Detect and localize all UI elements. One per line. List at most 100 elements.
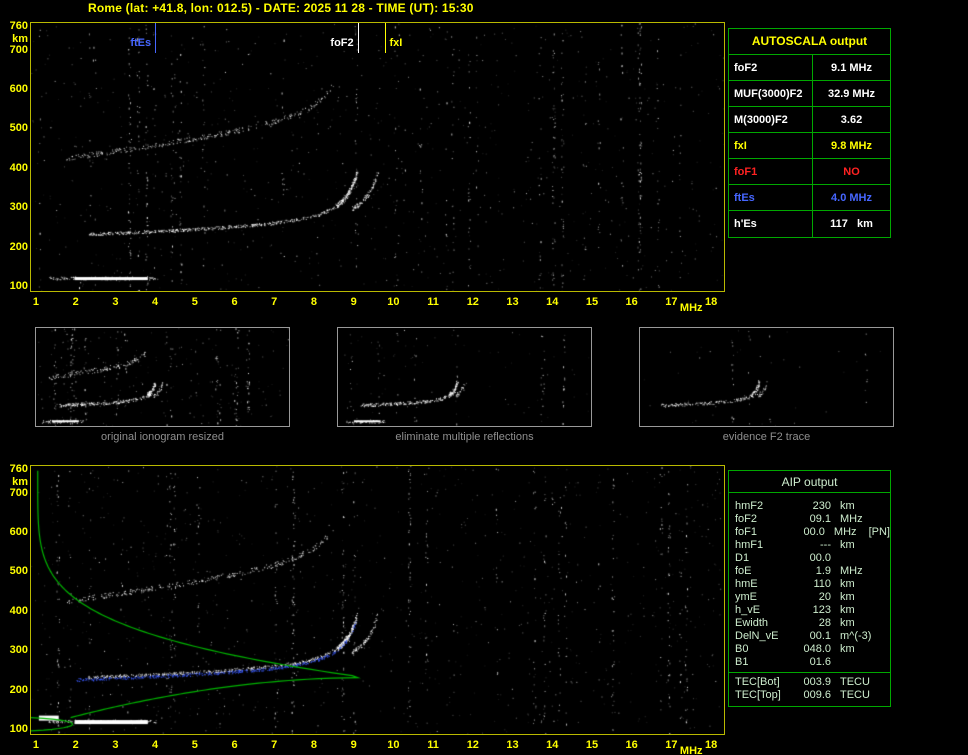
top-plot-xtick-14: 14 — [546, 296, 559, 308]
thumbnail-original-canvas — [36, 328, 289, 426]
aip-row-label: B1 — [735, 656, 749, 668]
bottom-plot-xtick-9: 9 — [350, 739, 357, 751]
aip-row-Ewidth: Ewidth 28 km — [729, 617, 890, 630]
top-plot-x-unit: MHz — [679, 302, 703, 314]
aip-row-unit: m^(-3) — [840, 630, 872, 642]
thumbnail-caption-no-multiples: eliminate multiple reflections — [395, 431, 534, 443]
aip-row-label: DelN_vE — [735, 630, 779, 642]
top-plot-xtick-16: 16 — [625, 296, 638, 308]
aip-row-value: 00.0 — [809, 552, 831, 564]
autoscala-row-label: ftEs — [729, 185, 813, 210]
aip-row-note — [877, 591, 890, 604]
aip-row-unit — [831, 552, 877, 565]
autoscala-row-M(3000)F2: M(3000)F2 3.62 — [729, 107, 890, 133]
bottom-plot-x-unit: MHz — [679, 745, 703, 755]
aip-row-note — [877, 552, 890, 565]
autoscala-row-label: foF2 — [729, 55, 813, 80]
marker-label-foF2: foF2 — [330, 37, 354, 49]
aip-row-unit: MHz — [840, 513, 863, 525]
aip-row-value: 28 — [818, 617, 831, 629]
autoscala-row-value: 3.62 — [840, 113, 863, 126]
aip-row-label: foF2 — [735, 513, 758, 525]
ionogram-top-plot — [30, 22, 725, 292]
aip-row-label: foE — [735, 565, 752, 577]
top-plot-xtick-12: 12 — [466, 296, 479, 308]
bottom-plot-ytick-600: 600 — [9, 526, 28, 538]
aip-row-value: 01.6 — [809, 656, 831, 668]
aip-row-note — [877, 656, 890, 669]
bottom-plot-xtick-18: 18 — [704, 739, 718, 751]
bottom-plot-xtick-11: 11 — [427, 739, 439, 751]
top-plot-xtick-3: 3 — [112, 296, 119, 308]
top-plot-xtick-8: 8 — [310, 296, 318, 308]
bottom-plot-xtick-10: 10 — [387, 739, 400, 751]
bottom-plot-xtick-4: 4 — [152, 739, 159, 751]
aip-row-ymE: ymE 20 km — [729, 591, 890, 604]
autoscala-row-label: M(3000)F2 — [729, 107, 813, 132]
marker-label-fxI: fxI — [389, 37, 403, 49]
autoscala-row-value: NO — [843, 165, 860, 178]
bottom-plot-xtick-13: 13 — [506, 739, 519, 751]
aip-row-hmF2: hmF2 230 km — [729, 500, 890, 513]
aip-row-value: 00.1 — [809, 630, 831, 642]
aip-row-value: 110 — [813, 578, 831, 590]
autoscala-window: Rome (lat: +41.8, lon: 012.5) - DATE: 20… — [0, 0, 968, 755]
aip-row-unit: km — [840, 539, 855, 551]
aip-row-unit: MHz — [840, 565, 863, 577]
marker-line-ftEs — [155, 23, 157, 53]
aip-row-label: hmF1 — [735, 539, 764, 551]
aip-row-unit: MHz — [833, 526, 857, 538]
autoscala-row-h'Es: h'Es 117 km — [729, 211, 890, 237]
aip-row-value: 123 — [812, 604, 831, 616]
thumbnail-caption-original: original ionogram resized — [101, 431, 224, 443]
aip-row-unit — [831, 656, 877, 669]
top-plot-xtick-15: 15 — [585, 296, 599, 308]
aip-row-D1: D1 00.0 — [729, 552, 890, 565]
aip-row-label: foF1 — [735, 526, 758, 538]
aip-row-unit: km — [840, 617, 855, 629]
bottom-plot-xtick-5: 5 — [191, 739, 198, 751]
aip-row-unit: km — [840, 591, 855, 603]
aip-row-label: ymE — [735, 591, 757, 603]
marker-label-ftEs: ftEs — [130, 37, 152, 49]
autoscala-row-foF2: foF2 9.1 MHz — [729, 55, 890, 81]
aip-row-note — [877, 643, 890, 656]
top-plot-ytick-200: 200 — [9, 240, 28, 253]
aip-row-label: B0 — [735, 643, 749, 655]
aip-tec-row-TEC[Top]: TEC[Top] 009.6 TECU — [729, 689, 890, 702]
autoscala-output-table: AUTOSCALA output foF2 9.1 MHz MUF(3000)F2 3… — [728, 28, 891, 238]
top-plot-xtick-18: 18 — [704, 296, 718, 308]
thumbnail-caption-f2-trace: evidence F2 trace — [722, 431, 811, 443]
aip-row-label: hmE — [735, 578, 758, 590]
autoscala-row-fxI: fxI 9.8 MHz — [729, 133, 890, 159]
top-plot-xtick-17: 17 — [665, 296, 678, 308]
bottom-plot-ytick-500: 500 — [9, 565, 28, 578]
aip-row-hmF1: hmF1 --- km — [729, 539, 890, 552]
aip-tec-unit: TECU — [840, 689, 870, 701]
aip-row-note — [877, 578, 890, 591]
aip-row-value: 1.9 — [815, 565, 831, 577]
aip-row-note: [PN] — [868, 526, 890, 538]
aip-tec-label: TEC[Bot] — [735, 676, 780, 688]
bottom-plot-y-unit: km — [12, 475, 28, 488]
autoscala-row-MUF(3000)F2: MUF(3000)F2 32.9 MHz — [729, 81, 890, 107]
thumbnail-f2-trace-canvas — [640, 328, 893, 426]
ionogram-top-canvas — [31, 23, 724, 291]
top-plot-ytick-100: 100 — [9, 280, 28, 293]
bottom-plot-ytick-200: 200 — [9, 683, 28, 696]
bottom-plot-xtick-6: 6 — [231, 739, 238, 751]
aip-row-unit: km — [840, 643, 855, 655]
autoscala-row-value: 117 km — [830, 218, 873, 230]
aip-row-B0: B0 048.0 km — [729, 643, 890, 656]
aip-row-value: --- — [820, 539, 831, 551]
aip-row-B1: B1 01.6 — [729, 656, 890, 669]
autoscala-row-value: 9.1 MHz — [831, 61, 872, 74]
ionogram-bottom-canvas — [31, 466, 724, 734]
marker-line-foF2 — [357, 23, 359, 53]
top-plot-ytick-760: 760 — [9, 19, 28, 32]
top-plot-y-unit: km — [12, 32, 28, 45]
autoscala-row-label: fxI — [729, 133, 813, 158]
aip-row-label: hmF2 — [735, 500, 764, 512]
top-plot-xtick-13: 13 — [506, 296, 519, 308]
aip-tec-rows: TEC[Bot] 003.9 TECU TEC[Top] 009.6 TECU — [729, 672, 890, 706]
